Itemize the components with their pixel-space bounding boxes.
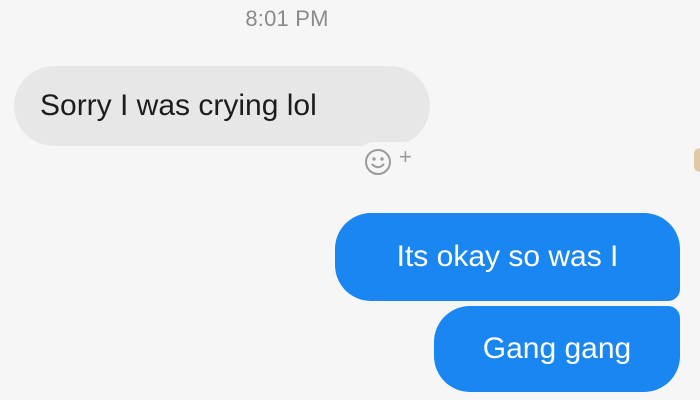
edge-decoration <box>694 148 700 172</box>
outgoing-message-text: Gang gang <box>482 332 632 365</box>
outgoing-message-text: Its okay so was I <box>396 240 619 273</box>
outgoing-message-bubble[interactable]: Gang gang <box>434 306 680 392</box>
plus-icon: + <box>399 144 412 169</box>
outgoing-message-bubble[interactable]: Its okay so was I <box>335 213 680 301</box>
incoming-message-bubble[interactable]: Sorry I was crying lol <box>14 66 430 146</box>
message-timestamp: 8:01 PM <box>245 6 329 31</box>
smiley-face-icon <box>364 148 392 181</box>
add-reaction-button[interactable]: + <box>355 142 423 182</box>
incoming-message-text: Sorry I was crying lol <box>40 89 317 122</box>
